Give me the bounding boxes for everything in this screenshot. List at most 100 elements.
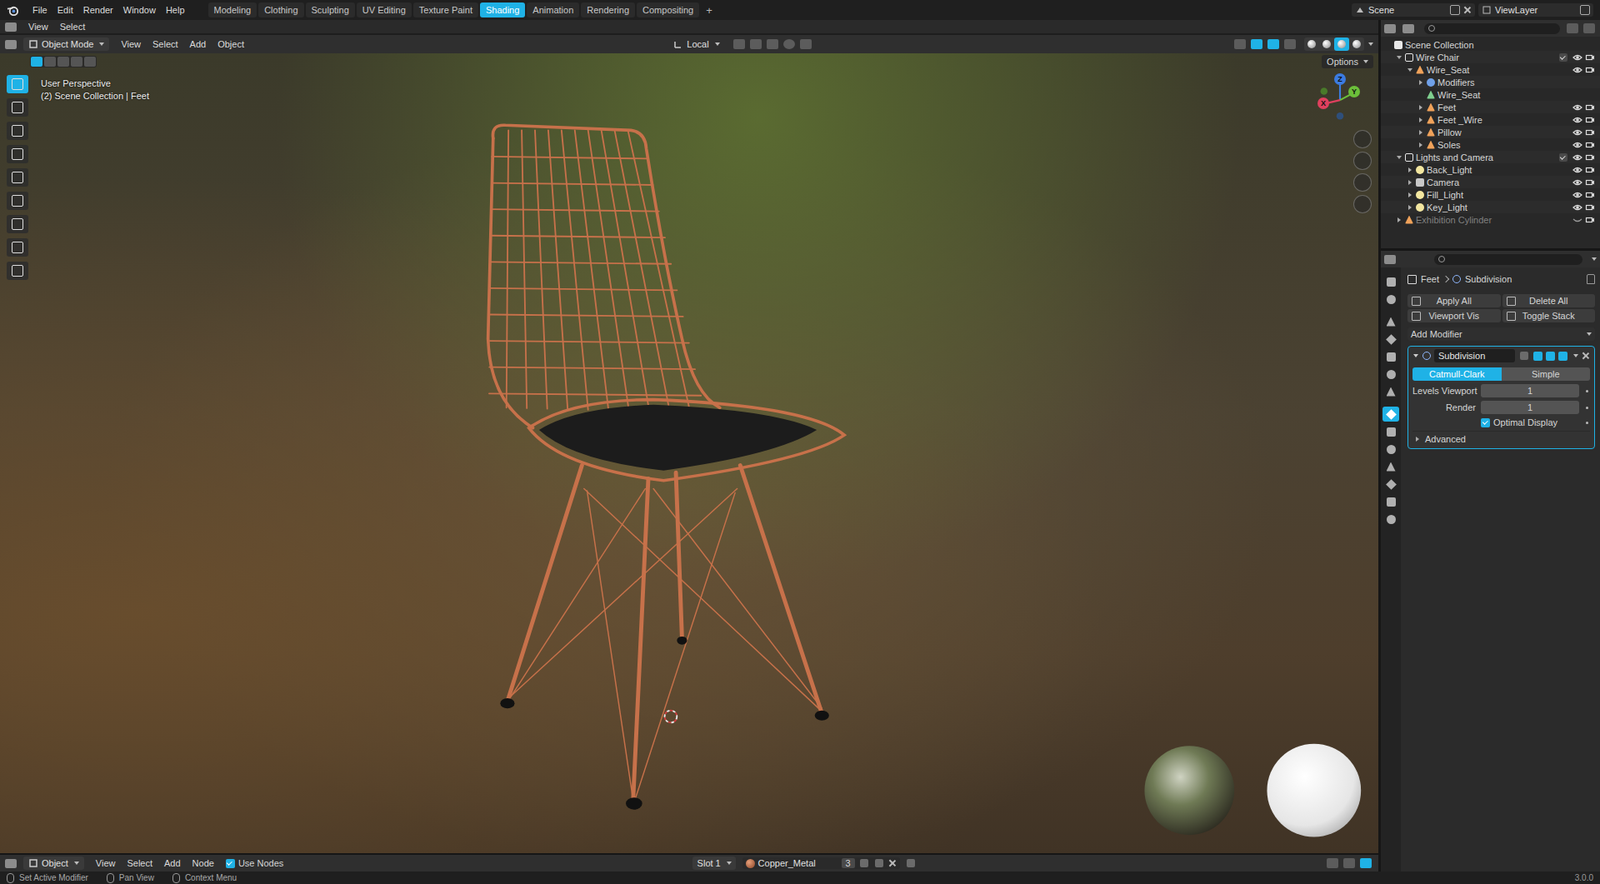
properties-tab[interactable] xyxy=(1382,274,1400,290)
workspace-tab[interactable]: Modeling xyxy=(208,2,258,18)
properties-tab[interactable] xyxy=(1382,511,1400,527)
workspace-tab[interactable]: UV Editing xyxy=(356,2,412,18)
optimal-display-checkbox[interactable]: Optimal Display xyxy=(1480,417,1580,428)
modifier-toggle[interactable] xyxy=(1533,351,1543,361)
fake-user-icon[interactable] xyxy=(860,859,869,868)
expand-arrow[interactable] xyxy=(1405,178,1414,186)
workspace-tab[interactable]: Clothing xyxy=(258,2,304,18)
outliner-row[interactable]: Feet _Wire xyxy=(1380,113,1600,126)
snap-icon[interactable] xyxy=(1343,858,1355,869)
select-mode-button[interactable] xyxy=(57,56,70,67)
shading-mode-button[interactable] xyxy=(1334,37,1350,51)
keyframe-dot-icon[interactable] xyxy=(1585,421,1589,425)
expand-arrow[interactable] xyxy=(1416,78,1425,86)
shading-mode-button[interactable] xyxy=(1304,37,1320,51)
grid-view-icon[interactable] xyxy=(1353,195,1372,214)
outliner-search[interactable] xyxy=(1424,23,1560,35)
eye-icon[interactable] xyxy=(1572,115,1583,125)
menu-item[interactable]: Render xyxy=(78,3,119,17)
workspace-tab[interactable]: Texture Paint xyxy=(413,2,479,18)
axis-ball[interactable]: X xyxy=(1317,97,1330,110)
options-dropdown[interactable]: Options xyxy=(1321,55,1374,69)
add-workspace-button[interactable]: + xyxy=(700,4,718,17)
display-mode-icon[interactable] xyxy=(1402,24,1415,34)
action-button[interactable]: Viewport Vis xyxy=(1407,309,1501,323)
shading-mode-button[interactable] xyxy=(1349,37,1365,51)
eye-icon[interactable] xyxy=(1572,202,1583,213)
shader-type-dropdown[interactable]: Object xyxy=(23,856,85,870)
mode-dropdown[interactable]: Object Mode xyxy=(23,37,110,51)
filter-icon[interactable] xyxy=(1566,23,1579,34)
expand-arrow[interactable] xyxy=(1395,53,1403,61)
menu-item[interactable]: Window xyxy=(118,3,161,17)
camera-icon[interactable] xyxy=(1585,215,1595,225)
pan-hand-icon[interactable] xyxy=(1353,151,1372,170)
close-icon[interactable] xyxy=(1463,5,1472,15)
blender-logo-icon[interactable] xyxy=(6,4,20,17)
workspace-tab[interactable]: Compositing xyxy=(636,2,700,18)
navigation-gizmo[interactable]: ZYX xyxy=(1313,71,1367,125)
eye-icon[interactable] xyxy=(1572,127,1583,138)
properties-tab[interactable] xyxy=(1382,314,1400,330)
tool-button[interactable] xyxy=(6,191,29,210)
slot-dropdown[interactable]: Slot 1 xyxy=(692,856,736,870)
caret-icon[interactable] xyxy=(1368,42,1374,46)
menu-item[interactable]: View xyxy=(23,20,54,34)
expand-arrow[interactable] xyxy=(1416,90,1425,99)
scene-selector[interactable]: Scene xyxy=(1351,3,1475,17)
subdivision-type-option[interactable]: Simple xyxy=(1501,367,1591,381)
outliner-row[interactable]: Feet xyxy=(1380,100,1600,114)
menu-item[interactable]: Node xyxy=(187,856,220,870)
eye-icon[interactable] xyxy=(1572,65,1583,75)
select-mode-button[interactable] xyxy=(84,56,96,67)
action-button[interactable]: Delete All xyxy=(1502,294,1596,308)
select-mode-button[interactable] xyxy=(30,56,43,67)
subdivision-type-option[interactable]: Catmull-Clark xyxy=(1412,367,1502,381)
tool-button[interactable] xyxy=(6,238,29,257)
outliner-row[interactable]: Scene Collection xyxy=(1380,38,1600,51)
visibility-icon[interactable] xyxy=(1234,39,1246,50)
tool-button[interactable] xyxy=(6,75,29,94)
expand-arrow[interactable] xyxy=(1416,128,1425,136)
edit-cage-icon[interactable] xyxy=(1520,351,1529,360)
material-field[interactable]: Copper_Metal3 xyxy=(742,857,900,870)
number-field[interactable]: 1 xyxy=(1480,384,1580,398)
checkbox[interactable] xyxy=(1480,418,1490,428)
outliner-row[interactable]: Back_Light xyxy=(1380,163,1600,176)
camera-icon[interactable] xyxy=(1585,52,1595,63)
properties-tab[interactable] xyxy=(1382,291,1400,307)
xray-icon[interactable] xyxy=(1284,39,1296,50)
outliner-row[interactable]: Pillow xyxy=(1380,125,1600,139)
keyframe-dot-icon[interactable] xyxy=(1585,390,1589,393)
camera-icon[interactable] xyxy=(1585,152,1595,163)
eye-icon[interactable] xyxy=(1572,152,1583,163)
camera-view-icon[interactable] xyxy=(1353,173,1372,192)
workspace-tab[interactable]: Sculpting xyxy=(305,2,355,18)
outliner-row[interactable]: Fill_Light xyxy=(1380,188,1600,201)
pin-icon[interactable] xyxy=(906,859,915,868)
outliner-row[interactable]: Lights and Camera xyxy=(1380,150,1600,164)
use-nodes-checkbox[interactable]: Use Nodes xyxy=(225,858,284,869)
workspace-tab[interactable]: Shading xyxy=(480,2,525,18)
expand-arrow[interactable] xyxy=(1405,190,1414,199)
workspace-tab[interactable]: Rendering xyxy=(580,2,635,18)
menu-item[interactable]: View xyxy=(115,37,146,51)
expand-arrow[interactable] xyxy=(1395,215,1403,224)
menu-item[interactable]: Object xyxy=(212,37,250,51)
shading-mode-button[interactable] xyxy=(1319,37,1335,51)
unlink-icon[interactable] xyxy=(888,859,897,868)
properties-tab[interactable] xyxy=(1382,424,1400,440)
outliner-row[interactable]: Wire Chair xyxy=(1380,50,1600,64)
camera-icon[interactable] xyxy=(1585,177,1595,188)
parent-node-icon[interactable] xyxy=(1326,858,1339,869)
snap-target-icon[interactable] xyxy=(766,39,779,50)
properties-tab[interactable] xyxy=(1382,366,1400,382)
properties-tab[interactable] xyxy=(1382,349,1400,365)
modifier-name-field[interactable]: Subdivision xyxy=(1434,349,1515,363)
keyframe-dot-icon[interactable] xyxy=(1585,406,1589,410)
outliner-row[interactable]: Camera xyxy=(1380,175,1600,189)
eye-icon[interactable] xyxy=(1572,190,1583,200)
falloff-icon[interactable] xyxy=(800,39,812,50)
editor-type-icon[interactable] xyxy=(5,22,17,32)
editor-type-icon[interactable] xyxy=(1384,24,1396,34)
